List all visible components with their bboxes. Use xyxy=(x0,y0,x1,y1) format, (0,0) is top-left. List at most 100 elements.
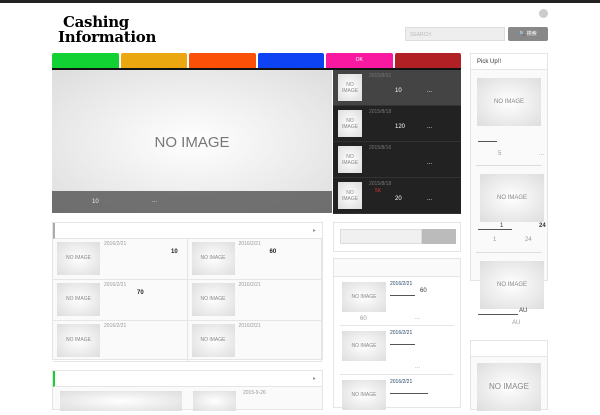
middle-search-box xyxy=(333,222,461,252)
nav-item-2[interactable] xyxy=(120,53,187,68)
nav-item-1[interactable] xyxy=(52,53,119,68)
date: 2016/2/21 xyxy=(390,379,413,385)
pickup-sidebar: Pick Up!! NO IMAGE 5... NO IMAGE 1 24 1 24 NO… xyxy=(470,53,548,326)
thumbnail: NO IMAGE xyxy=(191,324,235,357)
sub: 1 xyxy=(493,237,497,243)
date: 2015/8/31 xyxy=(369,73,392,79)
thumbnail: NO IMAGE xyxy=(342,282,386,312)
pickup-item[interactable]: NO IMAGE 1 24 1 24 xyxy=(476,165,546,252)
rss-icon[interactable] xyxy=(539,9,548,18)
more: ... xyxy=(415,364,421,370)
caption-more: ... xyxy=(152,198,158,204)
more: ... xyxy=(427,124,433,130)
list-item[interactable]: NO IMAGE 2016/2/21... xyxy=(340,326,454,375)
thumbnail: NO IMAGE xyxy=(342,331,386,361)
thumbnail: NO IMAGE xyxy=(191,283,235,316)
title-underline xyxy=(478,138,497,142)
thumbnail: NO IMAGE xyxy=(480,261,544,309)
title-num: 60 xyxy=(269,249,277,255)
sub: AU xyxy=(512,320,521,326)
more: ... xyxy=(539,151,545,157)
date: 2015/8/18 xyxy=(369,181,392,187)
nav-item-4[interactable] xyxy=(257,53,324,68)
thumbnail: NO IMAGE xyxy=(57,242,100,275)
thumbnail: NO IMAGE xyxy=(477,78,541,126)
date: 2015/8/18 xyxy=(369,109,392,115)
list-item[interactable]: NO IMAGE 2015/8/16... xyxy=(333,142,461,178)
title-num: 10 xyxy=(395,88,402,94)
list-item[interactable]: NO IMAGE 2016/2/21 xyxy=(340,375,454,415)
date: 2016/2/21 xyxy=(238,323,261,329)
sidebar-title: Pick Up!! xyxy=(471,54,547,70)
hero-caption[interactable]: 10... xyxy=(52,191,332,213)
grid-item[interactable]: NO IMAGE 2016/2/21 60 xyxy=(187,239,322,280)
thumbnail: NO IMAGE xyxy=(480,174,544,222)
caption-num: 10 xyxy=(92,199,99,205)
featured-list: NO IMAGE 2015/8/31 10... NO IMAGE 2015/8/18… xyxy=(333,70,461,214)
sidebar-header xyxy=(471,341,547,357)
pickup-item[interactable]: NO IMAGE AU AU xyxy=(476,252,544,326)
middle-header xyxy=(334,259,460,277)
title: 24 xyxy=(539,223,546,229)
title-num: 60 xyxy=(420,288,427,294)
tag: 5K xyxy=(375,188,382,194)
date: 2015/8/16 xyxy=(369,145,392,151)
thumbnail[interactable] xyxy=(60,391,182,411)
title-underline xyxy=(390,292,415,296)
title-underline xyxy=(390,341,415,345)
thumbnail[interactable]: NO IMAGE xyxy=(477,363,541,411)
section-header: ▸ xyxy=(53,371,322,387)
list-item[interactable]: NO IMAGE 2016/2/21 60 60... xyxy=(340,277,454,326)
arrow-icon[interactable]: ▸ xyxy=(313,375,316,382)
grid-item[interactable]: NO IMAGE 2016/2/21 70 xyxy=(53,280,188,321)
grid-item[interactable]: NO IMAGE 2016/2/21 xyxy=(187,321,322,362)
top-bar xyxy=(0,0,600,3)
arrow-icon[interactable]: ▸ xyxy=(313,227,316,234)
middle-list: NO IMAGE 2016/2/21 60 60... NO IMAGE 2016/2/… xyxy=(333,258,461,410)
title-num: 20 xyxy=(395,196,402,202)
date: 2016/2/21 xyxy=(238,241,261,247)
date: 2016/2/21 xyxy=(238,282,261,288)
thumbnail: NO IMAGE xyxy=(338,74,362,101)
more: ... xyxy=(427,160,433,166)
thumbnail[interactable] xyxy=(193,391,236,411)
date: 2015-9-26 xyxy=(243,390,266,396)
thumbnail: NO IMAGE xyxy=(338,146,362,173)
category-nav: OK xyxy=(52,53,461,68)
title-num: 120 xyxy=(395,124,406,130)
date: 2016/2/21 xyxy=(104,282,127,288)
title-underline xyxy=(478,310,518,315)
title: 1 xyxy=(478,223,512,230)
title-num: 10 xyxy=(171,249,178,255)
nav-item-5[interactable]: OK xyxy=(326,53,393,68)
date: 2016/2/21 xyxy=(390,281,413,287)
site-logo[interactable]: Cashing Information xyxy=(58,15,156,45)
pickup-item[interactable]: NO IMAGE 5... xyxy=(471,78,547,165)
middle-search-input[interactable] xyxy=(340,229,422,244)
section-2: ▸ 2015-9-26 xyxy=(52,370,323,411)
logo-line2: Information xyxy=(58,28,157,46)
sub: 24 xyxy=(525,237,532,243)
search-button[interactable]: 🔍 検索 xyxy=(508,27,548,41)
grid-item[interactable]: NO IMAGE 2016/2/21 10 xyxy=(53,239,188,280)
thumbnail: NO IMAGE xyxy=(57,283,100,316)
list-item[interactable]: NO IMAGE 2015/8/18 120... xyxy=(333,106,461,142)
grid-item[interactable]: NO IMAGE 2016/2/21 xyxy=(53,321,188,362)
grid-item[interactable]: NO IMAGE 2016/2/21 xyxy=(187,280,322,321)
date: 2016/2/21 xyxy=(104,241,127,247)
title-num: 70 xyxy=(137,290,144,296)
nav-item-6[interactable] xyxy=(394,53,461,68)
title: AU xyxy=(519,308,528,314)
thumbnail: NO IMAGE xyxy=(342,380,386,410)
sub: 60 xyxy=(360,316,367,322)
sub: 5 xyxy=(498,151,502,157)
nav-item-3[interactable] xyxy=(189,53,256,68)
middle-search-button[interactable] xyxy=(422,229,456,244)
list-item[interactable]: NO IMAGE 2015/8/31 10... xyxy=(333,70,461,106)
thumbnail: NO IMAGE xyxy=(338,182,362,209)
search-input[interactable]: SEARCH xyxy=(405,27,505,41)
thumbnail: NO IMAGE xyxy=(338,110,362,137)
date: 2016/2/21 xyxy=(390,330,413,336)
more: ... xyxy=(427,196,433,202)
list-item[interactable]: NO IMAGE 2015/8/18 5K 20... xyxy=(333,178,461,214)
